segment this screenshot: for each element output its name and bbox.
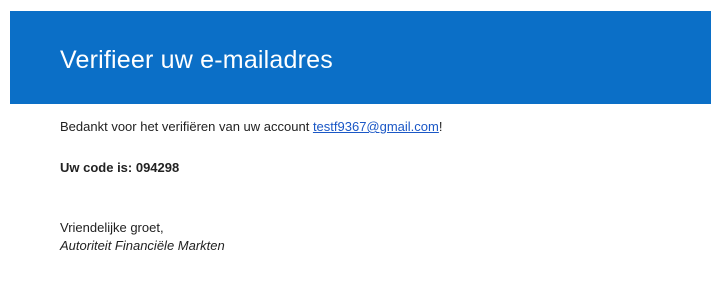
- intro-paragraph: Bedankt voor het verifiëren van uw accou…: [35, 119, 442, 134]
- email-title: Verifieer uw e-mailadres: [60, 46, 333, 74]
- email-header-banner: Verifieer uw e-mailadres: [10, 11, 711, 104]
- intro-text: Bedankt voor het verifiëren van uw accou…: [60, 119, 313, 134]
- closing-greeting: Vriendelijke groet,: [60, 220, 164, 235]
- intro-suffix: !: [438, 119, 443, 134]
- verification-code: Uw code is: 094298: [60, 160, 180, 175]
- account-email-link[interactable]: testf9367@gmail.com: [313, 119, 439, 134]
- sender-signature: Autoriteit Financiële Markten: [60, 238, 225, 253]
- top-spacer: [10, 0, 711, 11]
- email-message: Verifieer uw e-mailadres Bedankt voor he…: [10, 0, 711, 287]
